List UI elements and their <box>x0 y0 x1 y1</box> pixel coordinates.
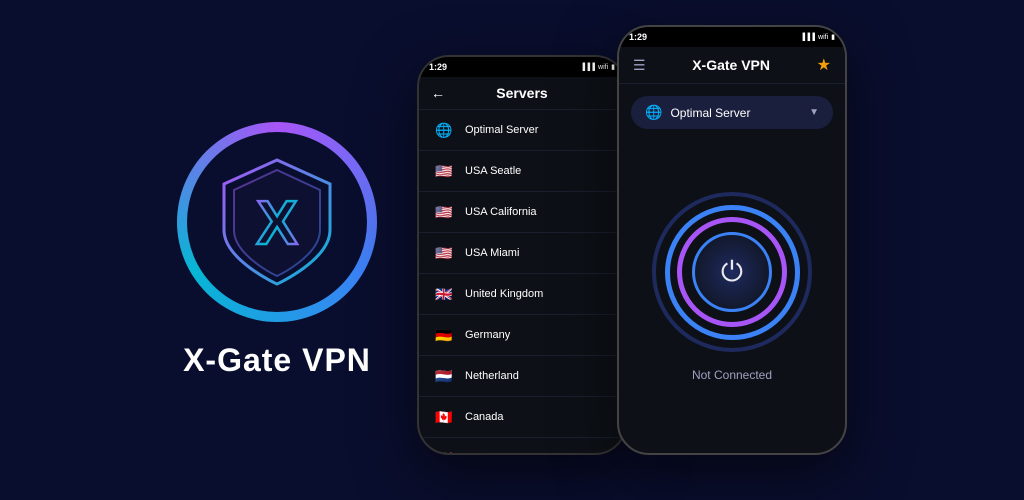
status-time-right: 1:29 <box>629 32 647 42</box>
server-name: Germany <box>465 329 510 341</box>
battery-icon-r: ▮ <box>831 33 835 41</box>
logo-section: X X-Gate <box>177 122 377 379</box>
power-button-container: ⏻ <box>652 192 812 352</box>
back-button[interactable]: ← <box>431 85 445 101</box>
power-icon: ⏻ <box>721 256 743 289</box>
status-bar-right: 1:29 ▐▐▐ wifi ▮ <box>619 27 845 47</box>
server-list-item-usa-california[interactable]: 🇺🇸 USA California <box>419 192 625 233</box>
vpn-header: ☰ X-Gate VPN ★ <box>619 47 845 84</box>
server-flag: 🇺🇸 <box>433 242 455 264</box>
server-list-item-usa-seattle[interactable]: 🇺🇸 USA Seatle <box>419 151 625 192</box>
svg-text:X: X <box>256 189 297 258</box>
battery-icon: ▮ <box>611 63 615 71</box>
server-flag: 🇺🇸 <box>433 160 455 182</box>
server-flag: 🌐 <box>433 119 455 141</box>
server-flag: 🇳🇱 <box>433 365 455 387</box>
connection-status-text: Not Connected <box>692 368 772 382</box>
shield-wrapper: X <box>177 122 377 322</box>
vpn-header-title: X-Gate VPN <box>692 57 770 73</box>
server-name: Canada <box>465 411 504 423</box>
server-list-item-germany[interactable]: 🇩🇪 Germany <box>419 315 625 356</box>
server-name: USA California <box>465 206 537 218</box>
server-list-item-optimal[interactable]: 🌐 Optimal Server <box>419 110 625 151</box>
favorite-star-icon[interactable]: ★ <box>817 55 831 75</box>
server-list-item-canada[interactable]: 🇨🇦 Canada <box>419 397 625 438</box>
vpn-main-area: ⏻ Not Connected <box>619 141 845 453</box>
connect-power-button[interactable]: ⏻ <box>692 232 772 312</box>
server-selector[interactable]: 🌐 Optimal Server ▼ <box>631 96 833 129</box>
status-bar-left: 1:29 ▐▐▐ wifi ▮ <box>419 57 625 77</box>
phones-section: 1:29 ▐▐▐ wifi ▮ ← Servers 🌐 Optimal Serv… <box>417 45 847 455</box>
server-list-item-netherland[interactable]: 🇳🇱 Netherland <box>419 356 625 397</box>
server-name: USA Miami <box>465 247 519 259</box>
server-list-header: ← Servers <box>419 77 625 110</box>
chevron-down-icon: ▼ <box>809 107 819 118</box>
globe-icon: 🌐 <box>645 104 662 121</box>
status-time-left: 1:29 <box>429 62 447 72</box>
server-name: Netherland <box>465 370 519 382</box>
server-flag: 🇨🇦 <box>433 406 455 428</box>
status-icons-left: ▐▐▐ wifi ▮ <box>580 63 615 71</box>
server-name: Optimal Server <box>465 124 538 136</box>
signal-icon-r: ▐▐▐ <box>800 34 815 41</box>
app-logo-title: X-Gate VPN <box>183 342 371 379</box>
signal-icon: ▐▐▐ <box>580 64 595 71</box>
wifi-icon-r: wifi <box>818 34 828 41</box>
server-flag: 🇫🇷 <box>433 447 455 453</box>
server-list-item-usa-miami[interactable]: 🇺🇸 USA Miami <box>419 233 625 274</box>
phone-servers: 1:29 ▐▐▐ wifi ▮ ← Servers 🌐 Optimal Serv… <box>417 55 627 455</box>
wifi-icon: wifi <box>598 64 608 71</box>
server-flag: 🇺🇸 <box>433 201 455 223</box>
server-flag: 🇩🇪 <box>433 324 455 346</box>
selected-server-text: Optimal Server <box>670 106 801 120</box>
server-flag: 🇬🇧 <box>433 283 455 305</box>
server-name: France <box>465 452 499 453</box>
server-list-item-france[interactable]: 🇫🇷 France <box>419 438 625 453</box>
server-list-title: Servers <box>496 85 547 101</box>
server-list-item-uk[interactable]: 🇬🇧 United Kingdom <box>419 274 625 315</box>
server-list: 🌐 Optimal Server 🇺🇸 USA Seatle 🇺🇸 USA Ca… <box>419 110 625 453</box>
hamburger-icon[interactable]: ☰ <box>633 57 646 74</box>
shield-svg: X <box>212 152 342 292</box>
main-container: X X-Gate <box>0 0 1024 500</box>
status-icons-right: ▐▐▐ wifi ▮ <box>800 33 835 41</box>
server-name: USA Seatle <box>465 165 521 177</box>
server-name: United Kingdom <box>465 288 543 300</box>
phone-vpn-main: 1:29 ▐▐▐ wifi ▮ ☰ X-Gate VPN ★ 🌐 Optimal… <box>617 25 847 455</box>
